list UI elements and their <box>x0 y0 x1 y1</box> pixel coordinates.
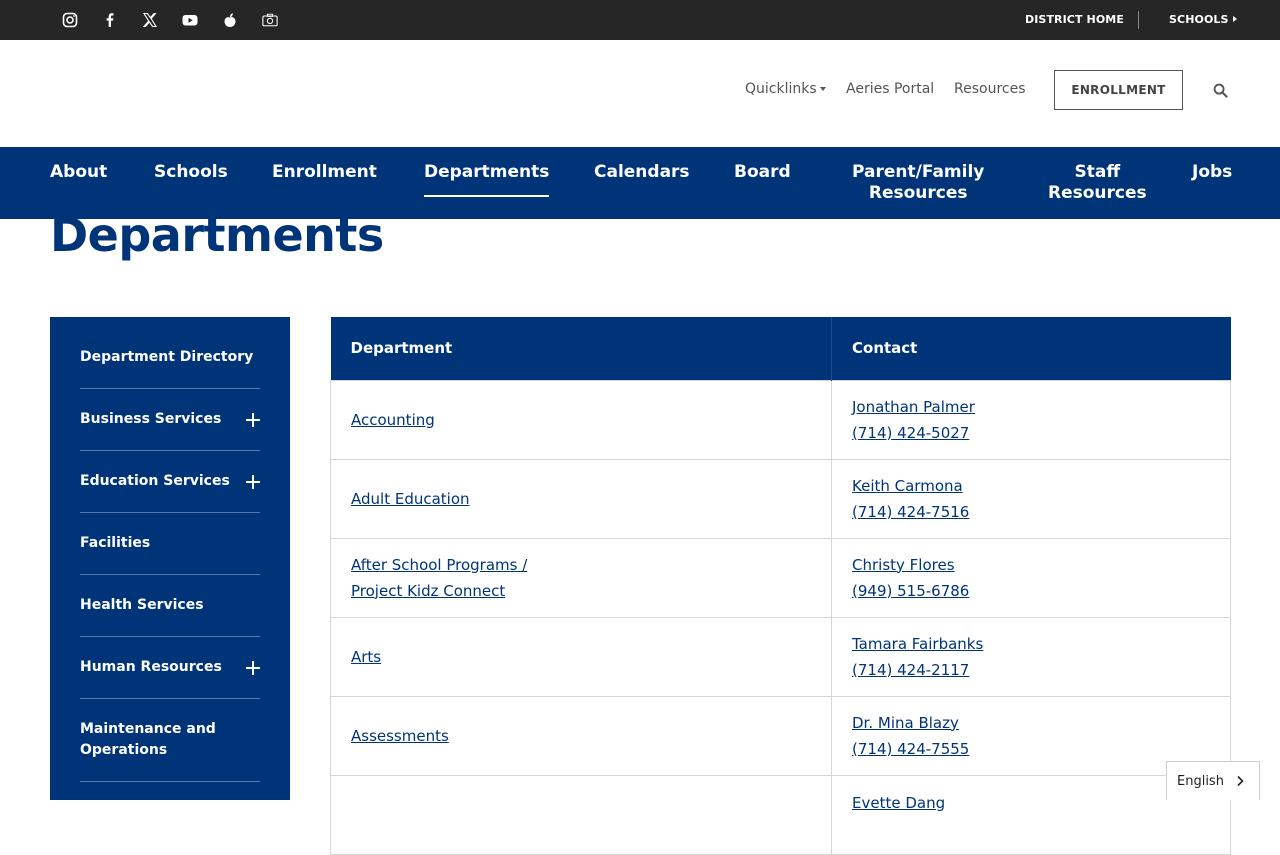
nav-parent-family-resources[interactable]: Parent/Family Resources <box>852 162 984 204</box>
nav-about[interactable]: About <box>50 162 107 183</box>
department-cell: Arts <box>330 616 832 697</box>
schools-label: SCHOOLS <box>1169 13 1229 26</box>
facebook-icon[interactable] <box>100 10 120 30</box>
column-header-contact: Contact <box>831 317 1231 380</box>
caret-down-icon <box>819 87 826 91</box>
aeries-portal-link[interactable]: Aeries Portal <box>846 81 934 97</box>
nav-departments[interactable]: Departments <box>424 162 550 197</box>
nav-board[interactable]: Board <box>734 162 791 183</box>
nav-calendars[interactable]: Calendars <box>594 162 690 183</box>
caret-right-icon <box>1232 16 1237 22</box>
expand-business-services-icon[interactable] <box>246 413 260 427</box>
department-link[interactable]: Arts <box>351 648 381 666</box>
department-link[interactable]: Accounting <box>351 411 435 429</box>
column-header-department: Department <box>330 317 832 380</box>
chevron-right-icon <box>1237 775 1244 787</box>
expand-human-resources-icon[interactable] <box>246 661 260 675</box>
department-cell: After School Programs / Project Kidz Conn… <box>330 537 832 618</box>
sidebar-divider <box>80 388 260 389</box>
search-icon[interactable] <box>1210 80 1230 100</box>
table-row: Accounting Jonathan Palmer (714) 424-5027 <box>330 379 1231 460</box>
table-row: Assessments Dr. Mina Blazy (714) 424-7555 <box>330 695 1231 776</box>
nav-enrollment[interactable]: Enrollment <box>272 162 377 183</box>
contact-name-link[interactable]: Jonathan Palmer <box>852 394 1210 420</box>
nav-schools[interactable]: Schools <box>154 162 228 183</box>
enrollment-button[interactable]: ENROLLMENT <box>1054 70 1183 110</box>
department-table: Department Contact Accounting Jonathan P… <box>330 317 1231 855</box>
contact-name-link[interactable]: Dr. Mina Blazy <box>852 710 1210 736</box>
sidebar-item-education-services[interactable]: Education Services <box>80 471 260 492</box>
department-sidebar: Department Directory Business Services E… <box>50 317 290 800</box>
nav-parent-family-line1: Parent/Family <box>852 162 985 182</box>
sidebar-item-facilities[interactable]: Facilities <box>80 533 260 554</box>
schools-dropdown[interactable]: SCHOOLS <box>1169 13 1237 26</box>
sidebar-divider <box>80 450 260 451</box>
department-link[interactable]: Adult Education <box>351 490 470 508</box>
nav-staff-resources[interactable]: Staff Resources <box>1048 162 1147 204</box>
contact-phone-link[interactable]: (714) 424-2117 <box>852 657 1210 683</box>
table-header-row: Department Contact <box>330 317 1231 380</box>
table-row: After School Programs / Project Kidz Conn… <box>330 537 1231 618</box>
language-label: English <box>1177 773 1224 789</box>
contact-name-link[interactable]: Christy Flores <box>852 552 1210 578</box>
contact-phone-link[interactable]: (949) 515-6786 <box>852 578 1210 604</box>
district-home-link[interactable]: DISTRICT HOME <box>1025 13 1124 26</box>
contact-phone-link[interactable]: (714) 424-5027 <box>852 420 1210 446</box>
department-link-line2[interactable]: Project Kidz Connect <box>351 578 811 604</box>
contact-phone-link[interactable]: (714) 424-7516 <box>852 499 1210 525</box>
nav-staff-line2: Resources <box>1048 183 1147 203</box>
top-utility-bar: DISTRICT HOME SCHOOLS <box>0 0 1280 40</box>
sidebar-item-human-resources[interactable]: Human Resources <box>80 657 260 678</box>
youtube-icon[interactable] <box>180 10 200 30</box>
quicklinks-dropdown[interactable]: Quicklinks <box>745 81 826 97</box>
department-link[interactable]: Assessments <box>351 727 449 745</box>
department-cell: Assessments <box>330 695 832 776</box>
expand-education-services-icon[interactable] <box>246 475 260 489</box>
nav-jobs[interactable]: Jobs <box>1192 162 1232 183</box>
photo-gallery-icon[interactable] <box>260 10 280 30</box>
topbar-divider <box>1138 11 1139 29</box>
nav-staff-line1: Staff <box>1074 162 1121 182</box>
contact-cell: Jonathan Palmer (714) 424-5027 <box>831 379 1231 460</box>
sidebar-divider <box>80 698 260 699</box>
contact-cell: Keith Carmona (714) 424-7516 <box>831 458 1231 539</box>
contact-phone-link[interactable]: (714) 424-7555 <box>852 736 1210 762</box>
department-link[interactable]: After School Programs / <box>351 552 811 578</box>
sidebar-item-business-services[interactable]: Business Services <box>80 409 260 430</box>
department-cell <box>330 774 832 855</box>
nav-parent-family-line2: Resources <box>868 183 968 203</box>
sidebar-divider <box>80 512 260 513</box>
contact-name-link[interactable]: Tamara Fairbanks <box>852 631 1210 657</box>
contact-cell: Tamara Fairbanks (714) 424-2117 <box>831 616 1231 697</box>
sidebar-item-department-directory[interactable]: Department Directory <box>80 347 260 368</box>
x-twitter-icon[interactable] <box>140 10 160 30</box>
department-cell: Accounting <box>330 379 832 460</box>
contact-cell: Christy Flores (949) 515-6786 <box>831 537 1231 618</box>
quicklinks-label: Quicklinks <box>745 81 817 97</box>
instagram-icon[interactable] <box>60 10 80 30</box>
department-cell: Adult Education <box>330 458 832 539</box>
sidebar-divider <box>80 636 260 637</box>
language-selector[interactable]: English <box>1166 761 1260 800</box>
resources-link[interactable]: Resources <box>954 81 1026 97</box>
sidebar-item-health-services[interactable]: Health Services <box>80 595 260 616</box>
sidebar-divider <box>80 574 260 575</box>
table-row: Adult Education Keith Carmona (714) 424-7… <box>330 458 1231 539</box>
table-row: Arts Tamara Fairbanks (714) 424-2117 <box>330 616 1231 697</box>
peachjar-icon[interactable] <box>220 10 240 30</box>
sidebar-item-maintenance-operations[interactable]: Maintenance and Operations <box>80 719 230 761</box>
table-row: Evette Dang <box>330 774 1231 855</box>
contact-name-link[interactable]: Keith Carmona <box>852 473 1210 499</box>
sidebar-divider <box>80 781 260 782</box>
contact-name-link[interactable]: Evette Dang <box>852 790 1210 816</box>
main-navigation: About Schools Enrollment Departments Cal… <box>0 147 1280 219</box>
